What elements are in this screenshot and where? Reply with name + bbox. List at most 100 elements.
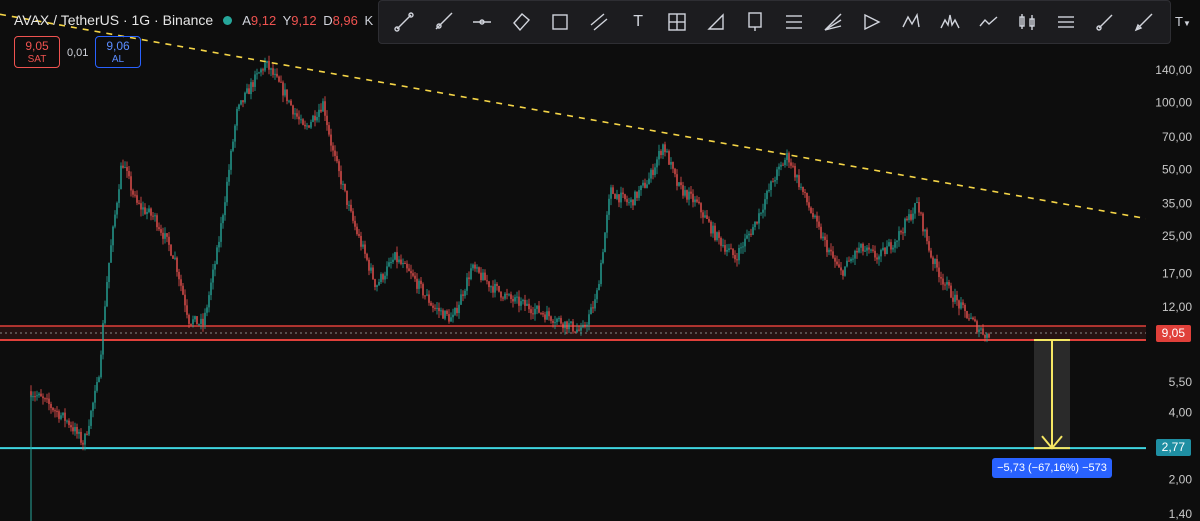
candle [110,239,112,263]
candle [228,164,230,186]
candle [676,169,678,191]
candle [652,163,654,180]
candle [736,252,738,267]
head-shoulders-icon[interactable] [938,10,962,34]
candle [880,248,882,263]
candle [256,68,258,80]
pen-icon[interactable] [1132,10,1156,34]
xabcd-pattern-icon[interactable] [899,10,923,34]
ohlc-high-key: Y [282,12,292,28]
market-open-icon [223,15,233,25]
candle-body [274,73,276,75]
sell-button[interactable]: 9,05 SAT [14,36,60,68]
rotated-rectangle-icon[interactable] [509,10,533,34]
fib-fan-icon[interactable] [821,10,845,34]
candle-body [230,150,232,170]
candle-body [776,169,778,181]
candle [522,298,524,305]
horizontal-ray-icon[interactable] [470,10,494,34]
candle-body [322,101,324,112]
fib-retracement-icon[interactable] [782,10,806,34]
brush-icon[interactable] [1093,10,1117,34]
sell-price: 9,05 [25,39,49,53]
candle-body [630,199,632,203]
candle [158,222,160,232]
candle [926,227,928,245]
triangle-pattern-icon[interactable] [860,10,884,34]
candles-pattern-icon[interactable] [1015,10,1039,34]
parallel-channel-icon[interactable] [587,10,611,34]
candle-body [770,181,772,190]
more-tools-button[interactable]: T▼ [1175,14,1191,29]
multi-line-icon[interactable] [1054,10,1078,34]
candle [34,391,36,402]
candle [406,260,408,273]
arc-icon[interactable] [704,10,728,34]
candle-body [590,307,592,315]
candle-body [502,297,504,299]
candle [122,159,124,169]
candle-body [386,266,388,276]
rectangle-icon[interactable] [548,10,572,34]
candle [106,276,108,308]
candle [648,172,650,185]
candle-body [234,125,236,142]
candle-body [606,214,608,233]
candle [206,304,208,317]
candle [154,212,156,222]
price-chart[interactable]: 140,00 100,00 70,00 50,00 35,00 25,00 17,00 12,… [0,0,1200,521]
candle-body [956,294,958,301]
trend-line-icon[interactable] [392,10,416,34]
candle-body [936,258,938,268]
candle-body [916,202,918,204]
y-tick-label: 140,00 [1155,63,1192,77]
candle [734,250,736,263]
candle [728,243,730,253]
buy-button[interactable]: 9,06 AL [95,36,141,68]
candle [884,247,886,257]
candle-body [354,220,356,227]
candle [542,310,544,318]
candle-body [208,295,210,308]
candle [408,263,410,272]
candle [378,278,380,286]
candle [100,350,102,379]
candle-body [984,334,986,338]
path-icon[interactable] [977,10,1001,34]
candle-body [184,294,186,306]
candle-body [268,60,270,70]
candle-body [688,191,690,200]
symbol-title[interactable]: AVAX / TetherUS · 1G · Binance [14,12,213,28]
candle [392,253,394,265]
candle-body [118,189,120,203]
candle-body [584,324,586,327]
grid-icon[interactable] [665,10,689,34]
candle-body [334,150,336,156]
candle [388,257,390,268]
candle [128,165,130,180]
candle [716,231,718,242]
candle-body [408,268,410,272]
candle-body [940,277,942,279]
candle [916,197,918,204]
price-label-icon[interactable] [743,10,767,34]
candle [976,319,978,334]
candle-body [254,74,256,87]
y-tick-label: 25,00 [1162,229,1192,243]
candle-body [326,115,328,126]
candle [532,306,534,319]
candle-body [840,267,842,271]
candle [604,231,606,253]
text-tool-icon[interactable]: T [626,10,650,34]
text-tool-glyph: T [633,13,643,30]
ray-icon[interactable] [431,10,455,34]
candle-body [100,354,102,378]
candle-body [248,88,250,95]
candle [708,216,710,223]
candle [306,122,308,130]
candle-body [272,68,274,75]
candle [820,223,822,240]
candle [960,297,962,310]
candle-body [628,202,630,204]
candle-body [188,314,190,324]
